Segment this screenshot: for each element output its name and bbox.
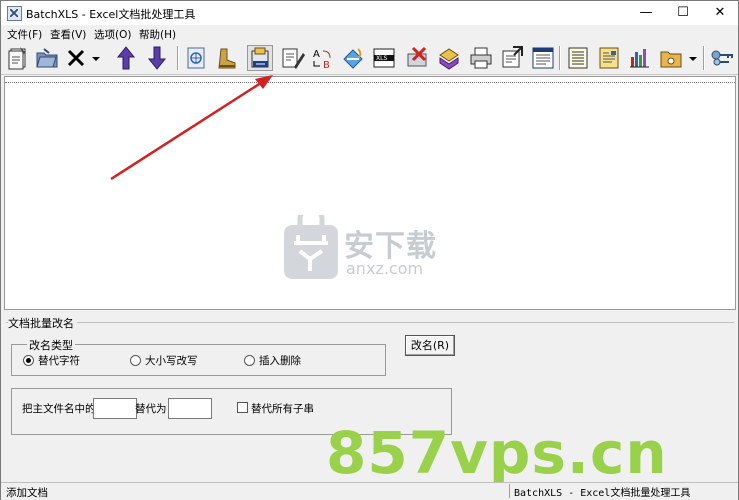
svg-text:B: B bbox=[323, 60, 330, 71]
find-text-input[interactable] bbox=[93, 398, 137, 419]
panel-divider bbox=[6, 322, 734, 323]
window-icon[interactable] bbox=[530, 45, 556, 71]
footer-watermark: 857vps.cn bbox=[326, 419, 668, 487]
app-icon bbox=[7, 6, 22, 21]
menu-file[interactable]: 文件(F) bbox=[7, 27, 42, 42]
shield-icon bbox=[284, 205, 338, 279]
replace-all-checkbox[interactable] bbox=[237, 402, 248, 413]
remove-icon[interactable] bbox=[405, 45, 431, 71]
status-app-name: BatchXLS - Excel文档批量处理工具 bbox=[509, 484, 690, 499]
annotation-arrow bbox=[110, 75, 273, 181]
radio-dot bbox=[244, 355, 255, 366]
maximize-button[interactable]: ☐ bbox=[666, 1, 700, 25]
rename-button[interactable]: 改名(R) bbox=[405, 335, 455, 356]
paint-icon[interactable] bbox=[340, 45, 366, 71]
window-title: BatchXLS - Excel文档批处理工具 bbox=[26, 8, 196, 21]
open-folder-icon[interactable] bbox=[34, 45, 60, 71]
toolbar-separator bbox=[559, 46, 561, 70]
radio-label: 大小写改写 bbox=[145, 355, 198, 367]
panel-title: 文档批量改名 bbox=[8, 315, 77, 331]
menu-help[interactable]: 帮助(H) bbox=[139, 27, 176, 42]
toolbar-separator bbox=[703, 46, 705, 70]
watermark-logo: 安下载 anxz.com bbox=[282, 205, 462, 285]
radio-dot bbox=[23, 355, 34, 366]
title-bar: BatchXLS - Excel文档批处理工具 — ☐ ✕ bbox=[1, 1, 738, 25]
watermark-domain: anxz.com bbox=[346, 259, 424, 278]
delete-icon[interactable] bbox=[63, 45, 89, 71]
svg-text:A: A bbox=[313, 49, 320, 60]
xls-icon[interactable]: XLS bbox=[371, 45, 397, 71]
menu-options[interactable]: 选项(O) bbox=[94, 27, 131, 42]
minimize-button[interactable]: — bbox=[629, 1, 663, 25]
replace-icon[interactable]: AB bbox=[310, 45, 336, 71]
radio-label: 替代字符 bbox=[38, 355, 80, 367]
dropdown-icon[interactable] bbox=[687, 45, 699, 71]
document-icon[interactable] bbox=[596, 45, 622, 71]
radio-label: 插入删除 bbox=[259, 355, 301, 367]
radio-dot bbox=[130, 355, 141, 366]
paste-icon[interactable] bbox=[436, 45, 462, 71]
print-icon[interactable] bbox=[468, 45, 494, 71]
close-button[interactable]: ✕ bbox=[703, 1, 737, 25]
keys-icon[interactable] bbox=[709, 45, 735, 71]
main-window: BatchXLS - Excel文档批处理工具 — ☐ ✕ 文件(F) 查看(V… bbox=[0, 0, 739, 500]
open-files-icon[interactable] bbox=[6, 45, 32, 71]
replace-mid-label: 替代为 bbox=[135, 403, 167, 415]
svg-text:XLS: XLS bbox=[376, 55, 387, 62]
radio-insert-delete[interactable]: 插入删除 bbox=[244, 353, 301, 368]
folder-settings-icon[interactable] bbox=[658, 45, 684, 71]
chart-icon[interactable] bbox=[627, 45, 653, 71]
rename-type-title: 改名类型 bbox=[27, 337, 75, 353]
radio-replace-char[interactable]: 替代字符 bbox=[23, 353, 80, 368]
status-message: 添加文档 bbox=[6, 487, 48, 499]
replace-text-input[interactable] bbox=[168, 398, 212, 419]
replace-all-label: 替代所有子串 bbox=[251, 403, 314, 415]
radio-case-change[interactable]: 大小写改写 bbox=[130, 353, 198, 368]
export-icon[interactable] bbox=[499, 45, 525, 71]
text-list-icon[interactable] bbox=[565, 45, 591, 71]
status-bar: 添加文档 BatchXLS - Excel文档批量处理工具 bbox=[1, 482, 738, 500]
menu-bar: 文件(F) 查看(V) 选项(O) 帮助(H) bbox=[1, 25, 738, 42]
menu-view[interactable]: 查看(V) bbox=[50, 27, 86, 42]
replace-prefix-label: 把主文件名中的 bbox=[22, 403, 96, 415]
